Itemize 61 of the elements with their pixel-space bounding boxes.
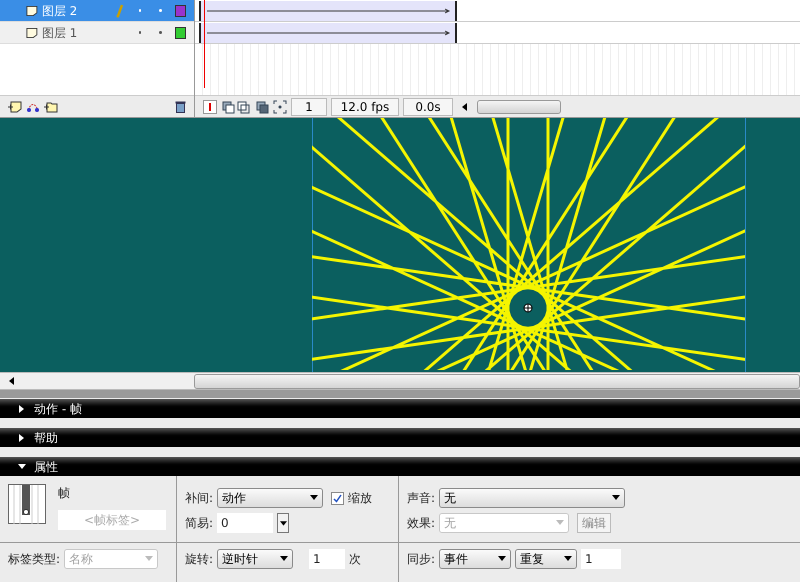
- trash-icon[interactable]: [175, 100, 186, 112]
- sound-select[interactable]: 无: [439, 488, 626, 508]
- caret-icon: [564, 555, 572, 563]
- disclosure-triangle-icon: [18, 434, 26, 442]
- field-label: 标签类型:: [8, 551, 60, 568]
- field-label: 同步:: [407, 551, 436, 568]
- field-label: 简易:: [185, 515, 214, 532]
- ease-field[interactable]: 0: [217, 513, 274, 533]
- field-label: 旋转:: [185, 551, 214, 568]
- caret-icon: [556, 519, 564, 527]
- layer-icon: [26, 26, 38, 38]
- elapsed-time: 0.0s: [403, 98, 453, 116]
- field-label: 声音:: [407, 490, 436, 507]
- scroll-left-icon[interactable]: [8, 377, 16, 385]
- current-frame: 1: [291, 98, 327, 116]
- panel-header[interactable]: 属性: [0, 457, 800, 476]
- add-folder-icon[interactable]: [44, 100, 58, 112]
- edit-multiple-frames-icon[interactable]: [255, 100, 269, 114]
- sync-select[interactable]: 事件: [439, 549, 512, 569]
- layer-name: 图层 2: [42, 2, 78, 20]
- field-label: 效果:: [407, 515, 436, 532]
- add-layer-icon[interactable]: [8, 100, 22, 112]
- tween-select[interactable]: 动作: [217, 488, 324, 508]
- scroll-left-icon[interactable]: [461, 102, 469, 110]
- scale-checkbox[interactable]: [331, 492, 344, 504]
- repeat-count-field[interactable]: 1: [581, 549, 622, 569]
- registration-point-icon: [524, 304, 532, 312]
- caret-icon: [280, 555, 288, 563]
- layer-icon: [26, 4, 38, 16]
- disclosure-triangle-icon: [18, 404, 26, 412]
- panel-header[interactable]: 动作 - 帧: [0, 399, 800, 418]
- disclosure-triangle-icon: [18, 462, 26, 470]
- tween-span[interactable]: [199, 22, 457, 42]
- tween-arrow-icon: [205, 30, 451, 36]
- rotate-select[interactable]: 逆时针: [217, 549, 294, 569]
- tween-span[interactable]: [199, 0, 457, 20]
- caret-icon: [145, 555, 154, 563]
- caret-icon: [280, 520, 287, 526]
- layer-row[interactable]: 图层 1: [0, 22, 194, 44]
- rotation-count-field[interactable]: 1: [309, 549, 346, 569]
- center-frame-icon[interactable]: [203, 100, 217, 114]
- scroll-thumb[interactable]: [477, 100, 561, 114]
- layer-name: 图层 1: [42, 24, 78, 42]
- frame-thumbnail-icon: [8, 484, 46, 524]
- frame-rate: 12.0 fps: [331, 98, 399, 116]
- caret-icon: [310, 494, 318, 502]
- tween-arrow-icon: [205, 8, 451, 14]
- frame-type-label: 帧: [58, 485, 71, 502]
- stage-scrollbar[interactable]: [0, 372, 800, 390]
- scroll-thumb[interactable]: [194, 374, 800, 388]
- checkbox-label: 缩放: [348, 490, 372, 507]
- panel-header[interactable]: 帮助: [0, 428, 800, 447]
- modify-markers-icon[interactable]: [273, 100, 287, 114]
- field-label: 补间:: [185, 490, 214, 507]
- ease-dropdown-button[interactable]: [277, 513, 290, 533]
- unit-label: 次: [349, 551, 362, 568]
- repeat-select[interactable]: 重复: [515, 549, 578, 569]
- onion-skin-icon[interactable]: [221, 100, 251, 114]
- caret-icon: [498, 555, 506, 563]
- frame-label-field[interactable]: <帧标签>: [58, 510, 166, 530]
- caret-icon: [612, 494, 620, 502]
